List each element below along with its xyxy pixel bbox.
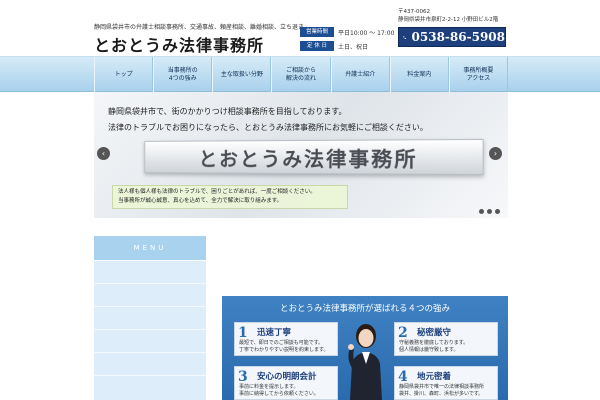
strength-text: 最短で、即日でのご相談も可能です。 丁寧でわかりやすい説明を約束します。: [239, 340, 329, 354]
slider-note-line1: 法人様も個人様も法律のトラブルで、困りごとがあれば、一度ご相談ください。: [118, 189, 316, 195]
strength-number: 2: [398, 325, 408, 341]
hours-value: 平日10:00 ～ 17:00: [338, 29, 395, 37]
hours-row-open: 営業時間 平日10:00 ～ 17:00: [300, 26, 394, 38]
strength-text-line1: 事前に料金を提示します。: [239, 384, 299, 390]
strength-number: 4: [398, 369, 408, 385]
slider-pagination: [476, 209, 500, 214]
strength-text-line2: 個人情報は厳守致します。: [399, 347, 459, 353]
contact-block: 〒437-0062 静岡県袋井市泉町2-2-12 小野田ビル2階 0538-86…: [398, 8, 506, 47]
hours-row-closed: 定 休 日 土日、祝日: [300, 40, 394, 52]
staff-photo: [348, 324, 382, 400]
office-sign-text: とおとうみ法律事務所: [198, 146, 418, 172]
sidebar-menu-row[interactable]: [94, 330, 206, 353]
nav-item-office-access[interactable]: 事務所概要 アクセス: [448, 57, 508, 93]
slider-note: 法人様も個人様も法律のトラブルで、困りごとがあれば、一度ご相談ください。 当事務…: [112, 185, 348, 209]
slider-dot-1[interactable]: [479, 209, 484, 214]
sidebar-menu-heading: MENU: [94, 236, 206, 260]
strength-text: 事前に料金を提示します。 事前に納得してから依頼ください。: [239, 384, 319, 398]
sidebar-menu-list: [94, 260, 206, 400]
nav-item-fees[interactable]: 料金案内: [389, 57, 449, 93]
slider-dot-3[interactable]: [495, 209, 500, 214]
sidebar-menu-row[interactable]: [94, 284, 206, 307]
strength-title: 秘密厳守: [417, 328, 452, 338]
sidebar-menu: MENU: [94, 236, 206, 400]
business-hours: 営業時間 平日10:00 ～ 17:00 定 休 日 土日、祝日: [300, 26, 394, 54]
strength-title: 安心の明朗会計: [257, 372, 317, 382]
nav-item-lawyer-profile[interactable]: 弁護士紹介: [330, 57, 390, 93]
strength-text-line2: 丁寧でわかりやすい説明を約束します。: [239, 347, 329, 353]
strength-text-line2: 事前に納得してから依頼ください。: [239, 391, 319, 397]
strength-number: 1: [238, 325, 248, 341]
strength-text-line2: 袋井、掛川、森町、浜松が多いです。: [399, 391, 484, 397]
nav-items: トップ 当事務所の 4つの強み 主な取扱い分野 ご相談から 解決の流れ 弁護士紹…: [94, 57, 508, 93]
slider-note-line2: 当事務所が誠心誠意、真心を込めて、全力で解決に取り組みます。: [118, 198, 283, 204]
strength-card-speed: 1 迅速丁寧 最短で、即日でのご相談も可能です。 丁寧でわかりやすい説明を約束し…: [234, 322, 338, 356]
closed-value: 土日、祝日: [338, 43, 369, 51]
strengths-title: とおとうみ法律事務所が選ばれる４つの強み: [279, 304, 450, 314]
slider-text-line1: 静岡県袋井市で、街のかかりつけ相談事務所を目指しております。: [108, 107, 347, 116]
phone-number: 0538-86-5908: [411, 30, 505, 44]
hero-slider: 静岡県袋井市で、街のかかりつけ相談事務所を目指しております。 法律のトラブルでお…: [94, 92, 508, 218]
slider-prev-button[interactable]: ‹: [97, 147, 110, 160]
global-nav: トップ 当事務所の 4つの強み 主な取扱い分野 ご相談から 解決の流れ 弁護士紹…: [0, 56, 600, 93]
site-title[interactable]: とおとうみ法律事務所: [94, 32, 264, 56]
closed-badge: 定 休 日: [300, 41, 334, 51]
address: 静岡県袋井市泉町2-2-12 小野田ビル2階: [398, 17, 499, 23]
slider-next-button[interactable]: ›: [489, 147, 502, 160]
sidebar-menu-row[interactable]: [94, 261, 206, 284]
nav-item-top[interactable]: トップ: [94, 57, 154, 93]
strength-text-line1: 静岡県袋井市で唯一の法律相談事務所: [399, 384, 485, 390]
nav-item-strengths[interactable]: 当事務所の 4つの強み: [153, 57, 213, 93]
strength-card-confidentiality: 2 秘密厳守 守秘義務を徹底しております。 個人情報は厳守致します。: [394, 322, 498, 356]
strength-card-pricing: 3 安心の明朗会計 事前に料金を提示します。 事前に納得してから依頼ください。: [234, 366, 338, 400]
strength-card-local: 4 地元密着 静岡県袋井市で唯一の法律相談事務所 袋井、掛川、森町、浜松が多いで…: [394, 366, 498, 400]
slider-text-line2: 法律のトラブルでお困りになったら、とおとうみ法律事務所にお気軽にご相談ください。: [108, 123, 428, 132]
nav-item-consultation-flow[interactable]: ご相談から 解決の流れ: [271, 57, 331, 93]
site-tagline: 静岡県袋井市の弁護士相談事務所、交通事故、頼産相談、離婚相談、立ち退き: [94, 24, 305, 31]
strength-title: 地元密着: [417, 372, 452, 382]
strengths-banner[interactable]: とおとうみ法律事務所が選ばれる４つの強み 1 迅速丁寧 最短で、即日でのご相談も…: [222, 296, 508, 400]
strength-text: 静岡県袋井市で唯一の法律相談事務所 袋井、掛川、森町、浜松が多いです。: [399, 384, 484, 398]
strength-number: 3: [238, 369, 248, 385]
phone-icon: [403, 35, 407, 39]
office-sign-image: とおとうみ法律事務所: [144, 138, 484, 176]
phone-button[interactable]: 0538-86-5908: [398, 27, 506, 47]
strength-text-line1: 最短で、即日でのご相談も可能です。: [239, 340, 324, 346]
strength-text-line1: 守秘義務を徹底しております。: [399, 340, 469, 346]
sidebar-menu-row[interactable]: [94, 353, 206, 376]
site-header: 静岡県袋井市の弁護士相談事務所、交通事故、頼産相談、離婚相談、立ち退き とおとう…: [0, 0, 600, 56]
postal-code: 〒437-0062: [398, 9, 430, 15]
nav-item-practice-areas[interactable]: 主な取扱い分野: [212, 57, 272, 93]
strength-title: 迅速丁寧: [257, 328, 292, 338]
sidebar-menu-row[interactable]: [94, 307, 206, 330]
strength-text: 守秘義務を徹底しております。 個人情報は厳守致します。: [399, 340, 468, 354]
slider-dot-2[interactable]: [487, 209, 492, 214]
hours-badge: 営業時間: [300, 27, 334, 37]
